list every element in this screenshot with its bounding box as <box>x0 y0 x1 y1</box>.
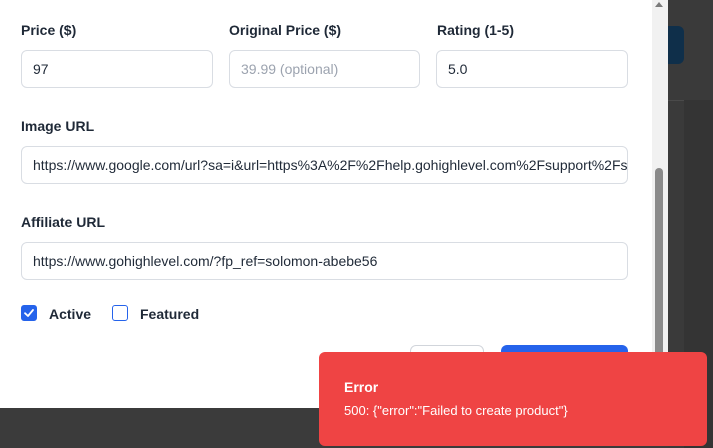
image-url-label: Image URL <box>21 118 95 134</box>
toast-title: Error <box>344 379 379 395</box>
active-label: Active <box>49 306 92 322</box>
check-icon <box>24 309 34 317</box>
active-checkbox[interactable] <box>21 305 37 321</box>
scroll-up-arrow-icon[interactable] <box>655 2 663 7</box>
rating-input[interactable]: 5.0 <box>436 50 628 88</box>
featured-label: Featured <box>140 306 200 322</box>
featured-checkbox[interactable] <box>112 305 128 321</box>
price-label: Price ($) <box>21 22 77 38</box>
price-input[interactable]: 97 <box>21 50 213 88</box>
background-button <box>668 26 684 64</box>
product-form-modal: Price ($) 97 Original Price ($) 39.99 (o… <box>0 0 668 408</box>
affiliate-url-label: Affiliate URL <box>21 214 105 230</box>
original-price-input[interactable]: 39.99 (optional) <box>229 50 420 88</box>
error-toast: Error 500: {"error":"Failed to create pr… <box>319 352 707 446</box>
original-price-label: Original Price ($) <box>229 22 342 38</box>
affiliate-url-input[interactable]: https://www.gohighlevel.com/?fp_ref=solo… <box>21 242 628 280</box>
image-url-input[interactable]: https://www.google.com/url?sa=i&url=http… <box>21 146 628 184</box>
toast-message: 500: {"error":"Failed to create product"… <box>344 403 568 418</box>
rating-label: Rating (1-5) <box>437 22 514 38</box>
